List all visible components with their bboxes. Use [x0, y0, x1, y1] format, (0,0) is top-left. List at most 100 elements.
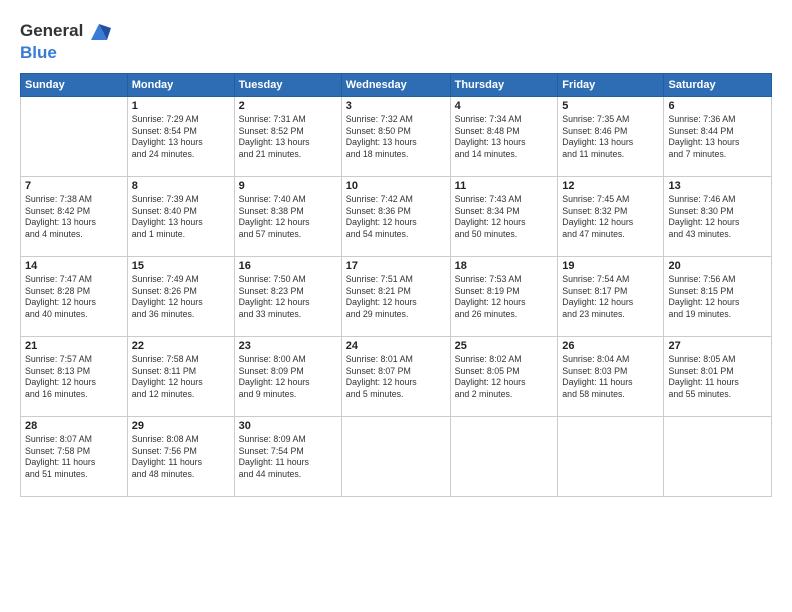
- day-cell: 28 Sunrise: 8:07 AM Sunset: 7:58 PM Dayli…: [21, 416, 128, 496]
- day-number: 19: [562, 260, 659, 272]
- day-number: 15: [132, 260, 230, 272]
- week-row-4: 21 Sunrise: 7:57 AM Sunset: 8:13 PM Dayli…: [21, 336, 772, 416]
- day-cell: [21, 96, 128, 176]
- day-info: Sunrise: 8:00 AM Sunset: 8:09 PM Dayligh…: [239, 354, 337, 402]
- day-cell: 22 Sunrise: 7:58 AM Sunset: 8:11 PM Dayli…: [127, 336, 234, 416]
- day-cell: 9 Sunrise: 7:40 AM Sunset: 8:38 PM Daylig…: [234, 176, 341, 256]
- day-number: 17: [346, 260, 446, 272]
- day-number: 12: [562, 180, 659, 192]
- logo: General Blue: [20, 18, 113, 63]
- day-info: Sunrise: 8:08 AM Sunset: 7:56 PM Dayligh…: [132, 434, 230, 482]
- day-cell: 5 Sunrise: 7:35 AM Sunset: 8:46 PM Daylig…: [558, 96, 664, 176]
- day-number: 6: [668, 100, 767, 112]
- col-header-wednesday: Wednesday: [341, 73, 450, 96]
- day-cell: 25 Sunrise: 8:02 AM Sunset: 8:05 PM Dayli…: [450, 336, 558, 416]
- day-info: Sunrise: 8:04 AM Sunset: 8:03 PM Dayligh…: [562, 354, 659, 402]
- week-row-5: 28 Sunrise: 8:07 AM Sunset: 7:58 PM Dayli…: [21, 416, 772, 496]
- day-cell: 10Sunrise: 7:42 AM Sunset: 8:36 PM Dayli…: [341, 176, 450, 256]
- day-number: 20: [668, 260, 767, 272]
- day-cell: [450, 416, 558, 496]
- day-info: Sunrise: 7:38 AM Sunset: 8:42 PM Dayligh…: [25, 194, 123, 242]
- day-cell: 2Sunrise: 7:31 AM Sunset: 8:52 PM Daylig…: [234, 96, 341, 176]
- col-header-monday: Monday: [127, 73, 234, 96]
- day-number: 1: [132, 100, 230, 112]
- day-number: 16: [239, 260, 337, 272]
- day-number: 13: [668, 180, 767, 192]
- day-number: 25: [455, 340, 554, 352]
- logo-blue-text: Blue: [20, 44, 113, 63]
- day-info: Sunrise: 7:46 AM Sunset: 8:30 PM Dayligh…: [668, 194, 767, 242]
- day-info: Sunrise: 7:43 AM Sunset: 8:34 PM Dayligh…: [455, 194, 554, 242]
- day-cell: 16Sunrise: 7:50 AM Sunset: 8:23 PM Dayli…: [234, 256, 341, 336]
- day-number: 27: [668, 340, 767, 352]
- day-number: 7: [25, 180, 123, 192]
- day-number: 28: [25, 420, 123, 432]
- col-header-thursday: Thursday: [450, 73, 558, 96]
- day-info: Sunrise: 7:56 AM Sunset: 8:15 PM Dayligh…: [668, 274, 767, 322]
- day-number: 9: [239, 180, 337, 192]
- day-info: Sunrise: 7:57 AM Sunset: 8:13 PM Dayligh…: [25, 354, 123, 402]
- day-cell: 13 Sunrise: 7:46 AM Sunset: 8:30 PM Dayli…: [664, 176, 772, 256]
- day-info: Sunrise: 7:34 AM Sunset: 8:48 PM Dayligh…: [455, 114, 554, 162]
- day-info: Sunrise: 8:02 AM Sunset: 8:05 PM Dayligh…: [455, 354, 554, 402]
- day-info: Sunrise: 7:53 AM Sunset: 8:19 PM Dayligh…: [455, 274, 554, 322]
- logo-general: General: [20, 18, 113, 46]
- day-cell: 21 Sunrise: 7:57 AM Sunset: 8:13 PM Dayli…: [21, 336, 128, 416]
- day-number: 24: [346, 340, 446, 352]
- week-row-2: 7 Sunrise: 7:38 AM Sunset: 8:42 PM Daylig…: [21, 176, 772, 256]
- day-info: Sunrise: 7:31 AM Sunset: 8:52 PM Dayligh…: [239, 114, 337, 162]
- day-cell: 4 Sunrise: 7:34 AM Sunset: 8:48 PM Daylig…: [450, 96, 558, 176]
- day-info: Sunrise: 7:42 AM Sunset: 8:36 PM Dayligh…: [346, 194, 446, 242]
- day-number: 5: [562, 100, 659, 112]
- day-number: 22: [132, 340, 230, 352]
- day-info: Sunrise: 8:07 AM Sunset: 7:58 PM Dayligh…: [25, 434, 123, 482]
- col-header-sunday: Sunday: [21, 73, 128, 96]
- calendar: SundayMondayTuesdayWednesdayThursdayFrid…: [20, 73, 772, 497]
- day-cell: 8Sunrise: 7:39 AM Sunset: 8:40 PM Daylig…: [127, 176, 234, 256]
- logo-icon: [85, 18, 113, 46]
- col-header-saturday: Saturday: [664, 73, 772, 96]
- logo-general-text: General: [20, 21, 83, 40]
- day-cell: [558, 416, 664, 496]
- day-cell: 1 Sunrise: 7:29 AM Sunset: 8:54 PM Daylig…: [127, 96, 234, 176]
- day-cell: 29 Sunrise: 8:08 AM Sunset: 7:56 PM Dayli…: [127, 416, 234, 496]
- day-cell: 30 Sunrise: 8:09 AM Sunset: 7:54 PM Dayli…: [234, 416, 341, 496]
- header: General Blue: [20, 18, 772, 63]
- day-info: Sunrise: 7:51 AM Sunset: 8:21 PM Dayligh…: [346, 274, 446, 322]
- day-number: 26: [562, 340, 659, 352]
- day-number: 3: [346, 100, 446, 112]
- logo-text: General Blue: [20, 18, 113, 63]
- day-info: Sunrise: 8:01 AM Sunset: 8:07 PM Dayligh…: [346, 354, 446, 402]
- day-info: Sunrise: 7:29 AM Sunset: 8:54 PM Dayligh…: [132, 114, 230, 162]
- day-cell: 23 Sunrise: 8:00 AM Sunset: 8:09 PM Dayli…: [234, 336, 341, 416]
- day-info: Sunrise: 7:40 AM Sunset: 8:38 PM Dayligh…: [239, 194, 337, 242]
- day-number: 8: [132, 180, 230, 192]
- header-row: SundayMondayTuesdayWednesdayThursdayFrid…: [21, 73, 772, 96]
- day-info: Sunrise: 7:36 AM Sunset: 8:44 PM Dayligh…: [668, 114, 767, 162]
- day-info: Sunrise: 8:05 AM Sunset: 8:01 PM Dayligh…: [668, 354, 767, 402]
- day-info: Sunrise: 7:49 AM Sunset: 8:26 PM Dayligh…: [132, 274, 230, 322]
- day-cell: [341, 416, 450, 496]
- day-cell: 17 Sunrise: 7:51 AM Sunset: 8:21 PM Dayli…: [341, 256, 450, 336]
- week-row-3: 14Sunrise: 7:47 AM Sunset: 8:28 PM Dayli…: [21, 256, 772, 336]
- day-info: Sunrise: 7:32 AM Sunset: 8:50 PM Dayligh…: [346, 114, 446, 162]
- day-cell: 3 Sunrise: 7:32 AM Sunset: 8:50 PM Daylig…: [341, 96, 450, 176]
- day-number: 4: [455, 100, 554, 112]
- day-cell: 6 Sunrise: 7:36 AM Sunset: 8:44 PM Daylig…: [664, 96, 772, 176]
- day-number: 29: [132, 420, 230, 432]
- day-info: Sunrise: 7:35 AM Sunset: 8:46 PM Dayligh…: [562, 114, 659, 162]
- day-cell: 26 Sunrise: 8:04 AM Sunset: 8:03 PM Dayli…: [558, 336, 664, 416]
- day-info: Sunrise: 7:47 AM Sunset: 8:28 PM Dayligh…: [25, 274, 123, 322]
- day-cell: 14Sunrise: 7:47 AM Sunset: 8:28 PM Dayli…: [21, 256, 128, 336]
- day-info: Sunrise: 7:58 AM Sunset: 8:11 PM Dayligh…: [132, 354, 230, 402]
- day-number: 30: [239, 420, 337, 432]
- day-cell: 12Sunrise: 7:45 AM Sunset: 8:32 PM Dayli…: [558, 176, 664, 256]
- day-cell: 20 Sunrise: 7:56 AM Sunset: 8:15 PM Dayli…: [664, 256, 772, 336]
- day-number: 11: [455, 180, 554, 192]
- col-header-friday: Friday: [558, 73, 664, 96]
- day-info: Sunrise: 8:09 AM Sunset: 7:54 PM Dayligh…: [239, 434, 337, 482]
- day-cell: 15 Sunrise: 7:49 AM Sunset: 8:26 PM Dayli…: [127, 256, 234, 336]
- day-number: 21: [25, 340, 123, 352]
- day-cell: 18Sunrise: 7:53 AM Sunset: 8:19 PM Dayli…: [450, 256, 558, 336]
- day-number: 23: [239, 340, 337, 352]
